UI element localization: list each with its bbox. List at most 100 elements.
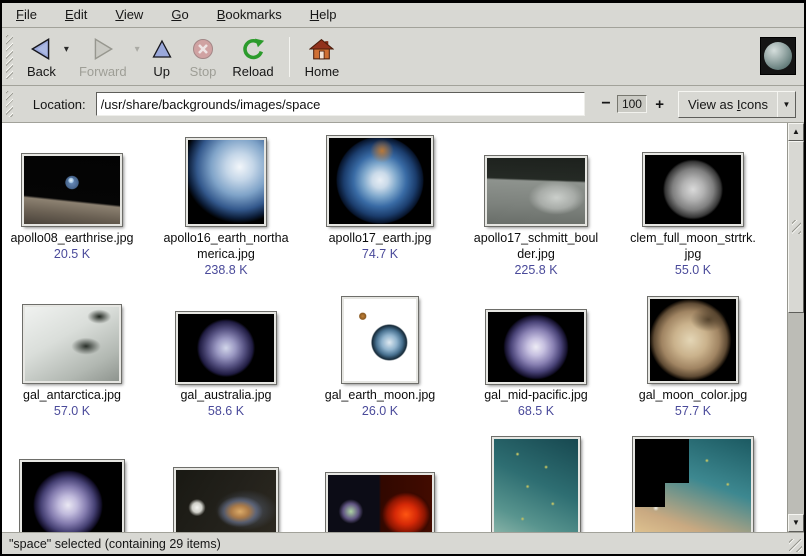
toolbar-buttons: Back ▾ Forward ▾ Up Stop Reload Home — [19, 31, 347, 83]
location-label: Location: — [33, 97, 86, 112]
forward-icon — [90, 35, 116, 63]
file-name: gal_australia.jpg — [150, 387, 302, 403]
file-label[interactable]: gal_australia.jpg58.6 K — [150, 387, 302, 419]
status-text: "space" selected (containing 29 items) — [9, 537, 221, 551]
file-thumbnail-nebula-pair[interactable] — [326, 473, 434, 532]
file-label[interactable]: gal_antarctica.jpg57.0 K — [2, 387, 148, 419]
toolbar-separator — [289, 37, 290, 77]
file-thumbnail-gray-moon[interactable] — [643, 153, 743, 226]
reload-icon — [241, 35, 266, 63]
reload-button-label: Reload — [232, 64, 273, 79]
file-name: apollo16_earth_northa — [150, 230, 302, 246]
file-size: 58.6 K — [150, 403, 302, 419]
file-thumbnail-purple-earth[interactable] — [486, 310, 586, 384]
menu-go[interactable]: Go — [161, 4, 198, 26]
window-content: File Edit View Go Bookmarks Help Back ▾ Forward… — [2, 3, 804, 554]
menu-bookmarks[interactable]: Bookmarks — [207, 4, 292, 26]
nautilus-window: File Edit View Go Bookmarks Help Back ▾ Forward… — [0, 0, 806, 556]
reload-button[interactable]: Reload — [224, 32, 281, 81]
toolbar: Back ▾ Forward ▾ Up Stop Reload Home — [2, 28, 804, 86]
scroll-down-button[interactable]: ▼ — [788, 514, 804, 532]
file-name: apollo08_earthrise.jpg — [2, 230, 148, 246]
file-thumbnail-antarctica[interactable] — [23, 305, 121, 383]
menubar: File Edit View Go Bookmarks Help — [2, 3, 804, 28]
scrollbar-grip-icon — [792, 220, 801, 234]
file-name: jpg — [617, 246, 769, 262]
file-size: 26.0 K — [304, 403, 456, 419]
file-name: clem_full_moon_strtrk. — [617, 230, 769, 246]
file-thumbnail-earth-moon[interactable] — [342, 297, 418, 383]
resize-grip[interactable] — [789, 539, 802, 552]
stop-button: Stop — [182, 32, 225, 81]
back-button-label: Back — [27, 64, 56, 79]
stop-icon — [191, 35, 215, 63]
menu-help[interactable]: Help — [300, 4, 347, 26]
scroll-up-button[interactable]: ▲ — [788, 123, 804, 141]
menu-file[interactable]: File — [6, 4, 47, 26]
vertical-scrollbar[interactable]: ▲ ▼ — [787, 123, 804, 532]
up-button-label: Up — [153, 64, 170, 79]
file-size: 68.5 K — [460, 403, 612, 419]
file-label[interactable]: apollo17_schmitt_boulder.jpg225.8 K — [460, 230, 612, 278]
file-thumbnail-earthrise[interactable] — [22, 154, 122, 226]
file-name: gal_mid-pacific.jpg — [460, 387, 612, 403]
file-label[interactable]: apollo17_earth.jpg74.7 K — [304, 230, 456, 262]
file-size: 57.0 K — [2, 403, 148, 419]
file-name: der.jpg — [460, 246, 612, 262]
toolbar-drag-handle[interactable] — [6, 35, 13, 79]
menu-edit[interactable]: Edit — [55, 4, 97, 26]
file-label[interactable]: gal_mid-pacific.jpg68.5 K — [460, 387, 612, 419]
file-thumbnail-color-moon[interactable] — [648, 297, 738, 383]
menu-view[interactable]: View — [105, 4, 153, 26]
back-button[interactable]: Back — [19, 32, 64, 81]
zoom-out-button[interactable]: − — [601, 95, 610, 113]
file-label[interactable]: apollo16_earth_northamerica.jpg238.8 K — [150, 230, 302, 278]
zoom-level-indicator: 100 — [617, 95, 648, 113]
stop-button-label: Stop — [190, 64, 217, 79]
file-thumbnail-moon-boulder[interactable] — [485, 156, 587, 226]
forward-history-dropdown-icon: ▾ — [135, 44, 140, 55]
file-name: merica.jpg — [150, 246, 302, 262]
file-label[interactable]: clem_full_moon_strtrk.jpg55.0 K — [617, 230, 769, 278]
back-history-dropdown-icon[interactable]: ▾ — [64, 44, 69, 55]
zoom-in-button[interactable]: + — [655, 96, 664, 113]
back-icon — [28, 35, 54, 63]
view-as-dropdown[interactable]: View as Icons ▼ — [678, 91, 796, 118]
file-thumbnail-blue-marble[interactable] — [327, 136, 433, 226]
file-thumbnail-galaxies[interactable] — [174, 468, 278, 532]
chevron-down-icon: ▼ — [778, 100, 795, 109]
file-size: 238.8 K — [150, 262, 302, 278]
globe-sphere-icon — [764, 42, 792, 70]
home-icon — [309, 35, 334, 63]
icon-view[interactable]: apollo08_earthrise.jpg20.5 Kapollo16_ear… — [2, 123, 787, 532]
home-button[interactable]: Home — [297, 32, 348, 81]
file-thumbnail-purple-earth-2[interactable] — [20, 460, 124, 532]
location-input[interactable] — [96, 92, 586, 116]
file-thumbnail-teal-nebula[interactable] — [492, 437, 580, 532]
scrollbar-thumb[interactable] — [788, 141, 804, 313]
file-name: apollo17_schmitt_boul — [460, 230, 612, 246]
forward-button-label: Forward — [79, 64, 127, 79]
up-icon — [150, 35, 174, 63]
file-name: gal_earth_moon.jpg — [304, 387, 456, 403]
file-size: 225.8 K — [460, 262, 612, 278]
file-size: 57.7 K — [617, 403, 769, 419]
file-name: gal_antarctica.jpg — [2, 387, 148, 403]
location-bar: Location: − 100 + View as Icons ▼ — [2, 86, 804, 123]
file-thumbnail-earth-crescent[interactable] — [186, 138, 266, 226]
forward-button: Forward — [71, 32, 135, 81]
file-size: 74.7 K — [304, 246, 456, 262]
up-button[interactable]: Up — [142, 32, 182, 81]
file-label[interactable]: gal_moon_color.jpg57.7 K — [617, 387, 769, 419]
file-thumbnail-dark-earth[interactable] — [176, 312, 276, 384]
file-size: 20.5 K — [2, 246, 148, 262]
file-label[interactable]: gal_earth_moon.jpg26.0 K — [304, 387, 456, 419]
file-size: 55.0 K — [617, 262, 769, 278]
file-thumbnail-teal-nebula-blocks[interactable] — [633, 437, 753, 532]
file-name: gal_moon_color.jpg — [617, 387, 769, 403]
home-button-label: Home — [305, 64, 340, 79]
status-bar: "space" selected (containing 29 items) — [2, 532, 804, 554]
file-label[interactable]: apollo08_earthrise.jpg20.5 K — [2, 230, 148, 262]
file-name: apollo17_earth.jpg — [304, 230, 456, 246]
locationbar-drag-handle[interactable] — [6, 91, 13, 117]
